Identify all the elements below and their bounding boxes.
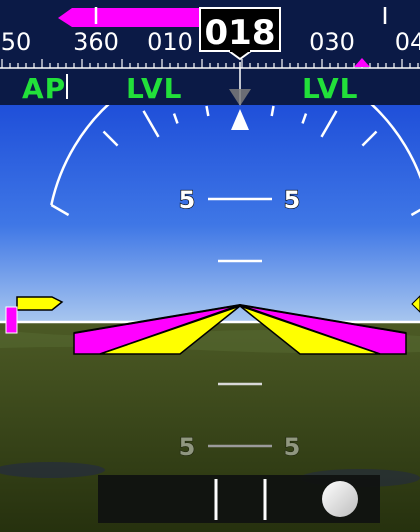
heading-label-350: 50 — [1, 28, 32, 56]
altitude-bug-left — [16, 296, 64, 311]
pitch-label-5-down-left: 5 — [179, 433, 196, 461]
heading-readout-value: 018 — [205, 13, 276, 53]
pfd-graphic: 5 5 5 5 50 360 010 030 04 018 AP LVL LVL — [0, 0, 420, 532]
slip-indicator-ball — [322, 481, 358, 517]
pitch-label-5-up-left: 5 — [179, 186, 196, 214]
lateral-mode-label: LVL — [126, 72, 183, 105]
vertical-mode-label: LVL — [302, 72, 359, 105]
heading-label-030: 030 — [309, 28, 355, 56]
heading-bug — [58, 8, 200, 27]
pitch-label-5-up-right: 5 — [284, 186, 301, 214]
heading-label-040: 04 — [395, 28, 420, 56]
heading-label-010: 010 — [147, 28, 193, 56]
primary-flight-display: 5 5 5 5 50 360 010 030 04 018 AP LVL LVL — [0, 0, 420, 532]
pitch-label-5-down-right: 5 — [284, 433, 301, 461]
ap-engaged-label: AP — [22, 72, 66, 105]
sky-area — [0, 105, 420, 323]
terrain-shadow — [0, 462, 105, 478]
roll-tick-10-right — [270, 105, 275, 117]
heading-label-360: 360 — [73, 28, 119, 56]
slip-skid-indicator — [98, 475, 380, 523]
side-marker-left — [5, 306, 18, 334]
roll-tick-10-left — [205, 105, 210, 117]
